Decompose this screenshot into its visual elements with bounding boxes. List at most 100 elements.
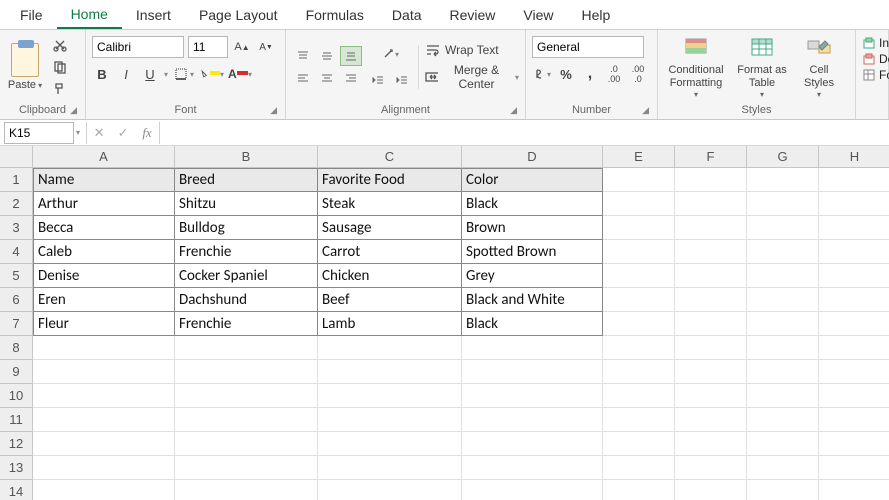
menu-item-help[interactable]: Help	[568, 2, 625, 28]
align-center-button[interactable]	[316, 68, 338, 88]
row-header[interactable]: 1	[0, 168, 33, 192]
cut-button[interactable]	[50, 35, 70, 55]
cell[interactable]: Arthur	[33, 192, 175, 216]
cell[interactable]	[175, 360, 318, 384]
cell[interactable]: Steak	[318, 192, 462, 216]
cell[interactable]	[318, 360, 462, 384]
number-format-select[interactable]	[532, 36, 644, 58]
cell[interactable]: Breed	[175, 168, 318, 192]
cell[interactable]	[603, 192, 675, 216]
increase-indent-button[interactable]	[392, 70, 412, 90]
increase-decimal-button[interactable]: .0.00	[604, 64, 624, 84]
cell[interactable]: Caleb	[33, 240, 175, 264]
cell[interactable]: Bulldog	[175, 216, 318, 240]
cell[interactable]	[175, 336, 318, 360]
decrease-indent-button[interactable]	[368, 70, 388, 90]
menu-item-formulas[interactable]: Formulas	[292, 2, 378, 28]
column-header[interactable]: G	[747, 146, 819, 168]
cell[interactable]	[462, 432, 603, 456]
cell[interactable]	[819, 168, 889, 192]
orientation-button[interactable]: ▾	[380, 44, 400, 64]
cell[interactable]: Brown	[462, 216, 603, 240]
column-header[interactable]: E	[603, 146, 675, 168]
format-painter-button[interactable]	[50, 79, 70, 99]
cancel-formula-button[interactable]: ✕	[87, 122, 111, 144]
select-all-corner[interactable]	[0, 146, 33, 168]
cell[interactable]	[175, 480, 318, 500]
cell[interactable]	[33, 360, 175, 384]
align-bottom-button[interactable]	[340, 46, 362, 66]
align-right-button[interactable]	[340, 68, 362, 88]
cell[interactable]	[675, 480, 747, 500]
cell[interactable]	[747, 384, 819, 408]
cell[interactable]	[175, 432, 318, 456]
cell[interactable]: Favorite Food	[318, 168, 462, 192]
italic-button[interactable]: I	[116, 64, 136, 84]
cell[interactable]: Grey	[462, 264, 603, 288]
font-color-button[interactable]: A▾	[228, 64, 252, 84]
cell[interactable]	[747, 336, 819, 360]
cell[interactable]	[675, 216, 747, 240]
cell-styles-button[interactable]: Cell Styles▾	[796, 35, 842, 98]
cell[interactable]	[175, 384, 318, 408]
cell[interactable]	[747, 456, 819, 480]
cell[interactable]	[747, 432, 819, 456]
cell[interactable]	[33, 384, 175, 408]
fill-color-button[interactable]: ▾	[200, 64, 224, 84]
menu-item-data[interactable]: Data	[378, 2, 436, 28]
row-header[interactable]: 4	[0, 240, 33, 264]
cell[interactable]	[747, 216, 819, 240]
comma-format-button[interactable]: ,	[580, 64, 600, 84]
cell[interactable]: Denise	[33, 264, 175, 288]
cell[interactable]	[603, 240, 675, 264]
cell[interactable]	[747, 312, 819, 336]
cell[interactable]: Chicken	[318, 264, 462, 288]
cell[interactable]	[747, 360, 819, 384]
name-box[interactable]	[4, 122, 74, 144]
cell[interactable]: Dachshund	[175, 288, 318, 312]
formula-input[interactable]	[159, 122, 889, 144]
cell[interactable]: Frenchie	[175, 312, 318, 336]
cell[interactable]	[318, 408, 462, 432]
cell[interactable]	[747, 264, 819, 288]
align-top-button[interactable]	[292, 46, 314, 66]
copy-button[interactable]	[50, 57, 70, 77]
cell[interactable]	[747, 168, 819, 192]
cell[interactable]	[318, 384, 462, 408]
cell[interactable]	[675, 240, 747, 264]
borders-button[interactable]: ▾	[172, 64, 196, 84]
dialog-launcher-icon[interactable]: ◢	[642, 105, 649, 116]
column-header[interactable]: A	[33, 146, 175, 168]
dialog-launcher-icon[interactable]: ◢	[70, 105, 77, 116]
cell[interactable]	[603, 264, 675, 288]
cell[interactable]	[819, 432, 889, 456]
format-as-table-button[interactable]: Format as Table▾	[734, 35, 790, 98]
align-left-button[interactable]	[292, 68, 314, 88]
cell[interactable]	[747, 192, 819, 216]
row-header[interactable]: 5	[0, 264, 33, 288]
cell[interactable]	[675, 432, 747, 456]
cell[interactable]	[462, 336, 603, 360]
cell[interactable]	[675, 168, 747, 192]
cell[interactable]	[819, 240, 889, 264]
paste-button[interactable]: Paste▾	[6, 43, 44, 91]
cell[interactable]: Carrot	[318, 240, 462, 264]
menu-item-review[interactable]: Review	[436, 2, 510, 28]
font-size-select[interactable]	[188, 36, 228, 58]
cell[interactable]: Black	[462, 192, 603, 216]
cell[interactable]	[819, 336, 889, 360]
column-header[interactable]: H	[819, 146, 889, 168]
cell[interactable]	[603, 456, 675, 480]
cell[interactable]	[318, 456, 462, 480]
column-header[interactable]: D	[462, 146, 603, 168]
cell[interactable]: Eren	[33, 288, 175, 312]
cell[interactable]	[819, 192, 889, 216]
cell[interactable]	[33, 456, 175, 480]
cell[interactable]	[675, 336, 747, 360]
cell[interactable]: Black and White	[462, 288, 603, 312]
cell[interactable]: Fleur	[33, 312, 175, 336]
cell[interactable]	[175, 456, 318, 480]
cell[interactable]	[603, 216, 675, 240]
accounting-format-button[interactable]: ▾	[532, 64, 552, 84]
row-header[interactable]: 6	[0, 288, 33, 312]
